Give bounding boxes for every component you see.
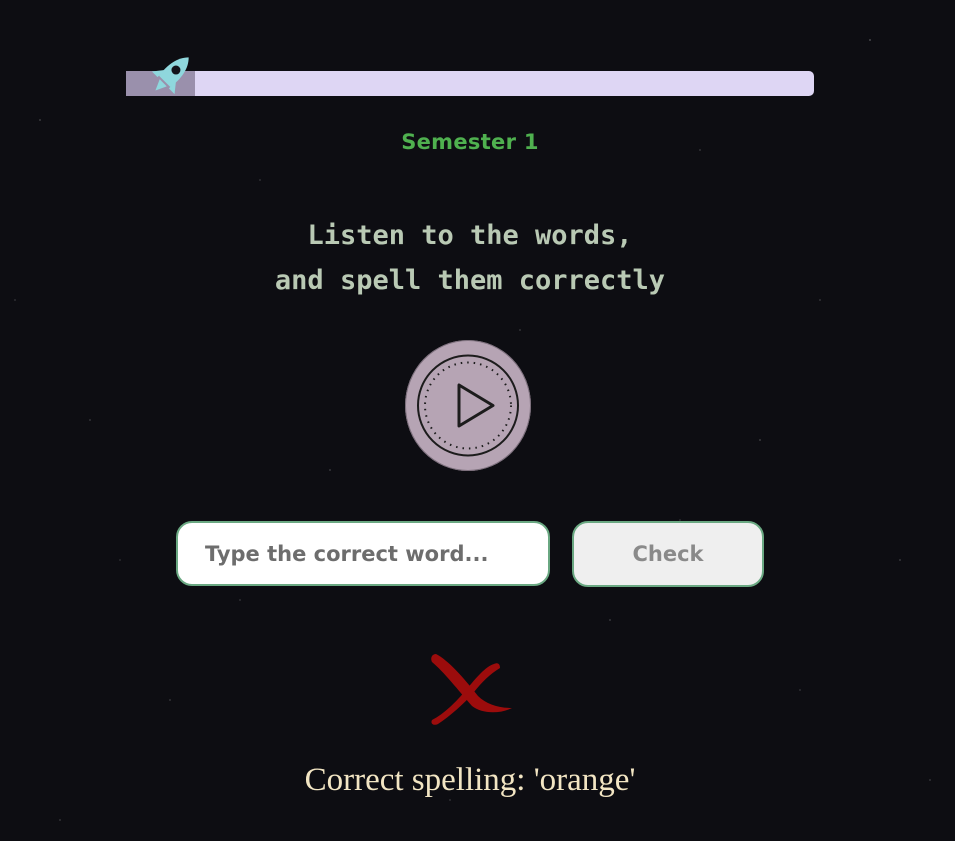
semester-label: Semester 1 bbox=[401, 130, 539, 154]
rocket-icon bbox=[151, 57, 189, 95]
check-button[interactable]: Check bbox=[572, 521, 764, 587]
correct-spelling-message: Correct spelling: 'orange' bbox=[304, 762, 636, 798]
play-icon bbox=[417, 354, 519, 457]
instruction-line-1: Listen to the words, bbox=[307, 220, 633, 251]
red-x-icon bbox=[431, 654, 512, 725]
play-audio-button[interactable] bbox=[405, 340, 531, 471]
progress-bar bbox=[126, 71, 814, 96]
answer-input[interactable] bbox=[176, 521, 550, 586]
instruction-text: Listen to the words, and spell them corr… bbox=[0, 213, 940, 303]
instruction-line-2: and spell them correctly bbox=[274, 265, 666, 296]
